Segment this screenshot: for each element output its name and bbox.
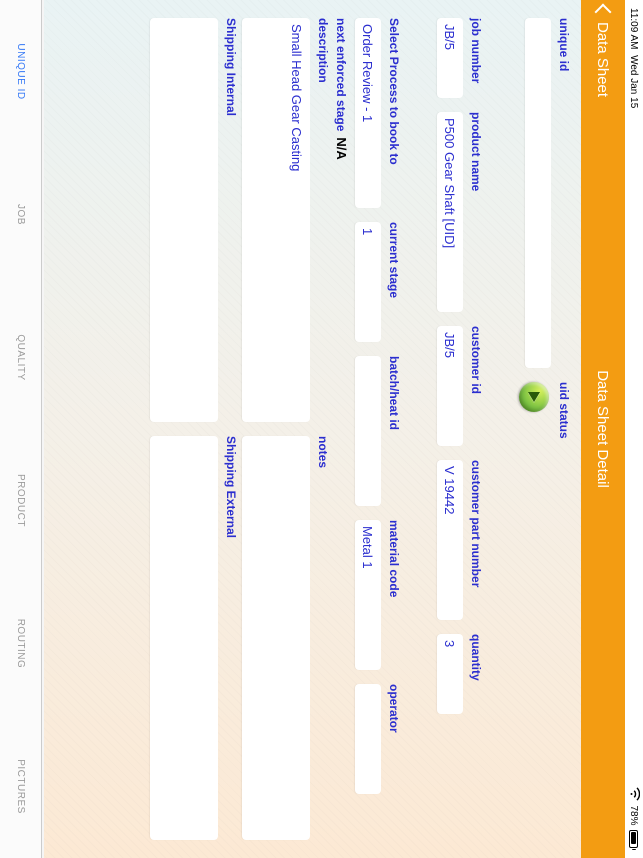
notes-textbox[interactable] — [242, 436, 310, 840]
label-batch: batch/heat id — [387, 356, 401, 506]
label-notes: notes — [316, 436, 330, 840]
tab-product[interactable]: PRODUCT — [0, 429, 41, 572]
label-customer-id: customer id — [469, 326, 483, 446]
tab-pictures[interactable]: PICTURES — [0, 715, 41, 858]
status-left: 11:09 AM Wed Jan 15 — [629, 8, 640, 108]
label-unique-id: unique id — [557, 18, 571, 368]
label-customer-pn: customer part number — [469, 460, 483, 620]
label-material: material code — [387, 520, 401, 670]
status-date: Wed Jan 15 — [629, 55, 640, 108]
tab-routing[interactable]: ROUTING — [0, 572, 41, 715]
label-quantity: quantity — [469, 634, 483, 714]
label-uid-status: uid status — [557, 382, 571, 840]
back-label: Data Sheet — [595, 22, 612, 97]
description-textbox[interactable]: Small Head Gear Casting — [242, 18, 310, 422]
tab-quality[interactable]: QUALITY — [0, 286, 41, 429]
label-operator: operator — [387, 684, 401, 794]
label-description: description — [316, 18, 330, 422]
status-time: 11:09 AM — [629, 8, 640, 50]
arrow-right-icon — [528, 392, 540, 402]
label-ship-internal: Shipping Internal — [224, 18, 238, 422]
nav-header: Data Sheet Data Sheet Detail — [581, 0, 625, 858]
product-name-value[interactable]: P500 Gear Shaft [UID] — [437, 112, 463, 312]
label-next-stage: next enforced stage — [334, 18, 348, 131]
wifi-icon — [628, 787, 641, 801]
status-bar: 11:09 AM Wed Jan 15 78% — [625, 0, 643, 858]
label-process: Select Process to book to — [387, 18, 401, 208]
label-job-number: job number — [469, 18, 483, 98]
job-number-value[interactable]: JB/5 — [437, 18, 463, 98]
unique-id-input[interactable] — [525, 18, 551, 368]
ship-external-textbox[interactable] — [150, 436, 218, 840]
status-right: 78% — [628, 787, 641, 850]
page-title: Data Sheet Detail — [595, 0, 612, 858]
quantity-value[interactable]: 3 — [437, 634, 463, 714]
operator-input[interactable] — [355, 684, 381, 794]
chevron-left-icon — [595, 4, 612, 21]
process-select[interactable]: Order Review - 1 — [355, 18, 381, 208]
ship-internal-textbox[interactable] — [150, 18, 218, 422]
battery-icon — [630, 830, 639, 851]
label-product-name: product name — [469, 112, 483, 312]
uid-status-icon[interactable] — [519, 382, 549, 412]
current-stage-value[interactable]: 1 — [355, 222, 381, 342]
battery-percent: 78% — [629, 805, 640, 825]
customer-pn-value[interactable]: V 19442 — [437, 460, 463, 620]
label-current-stage: current stage — [387, 222, 401, 342]
back-button[interactable]: Data Sheet — [595, 0, 612, 103]
tab-unique-id[interactable]: UNIQUE ID — [0, 0, 41, 143]
tab-bar: UNIQUE ID JOB QUALITY PRODUCT ROUTING PI… — [0, 0, 42, 858]
tab-job[interactable]: JOB — [0, 143, 41, 286]
batch-input[interactable] — [355, 356, 381, 506]
customer-id-value[interactable]: JB/5 — [437, 326, 463, 446]
content-area: unique id uid status job number product … — [44, 0, 581, 858]
next-stage-value: N/A — [334, 137, 349, 159]
label-ship-external: Shipping External — [224, 436, 238, 840]
material-value[interactable]: Metal 1 — [355, 520, 381, 670]
